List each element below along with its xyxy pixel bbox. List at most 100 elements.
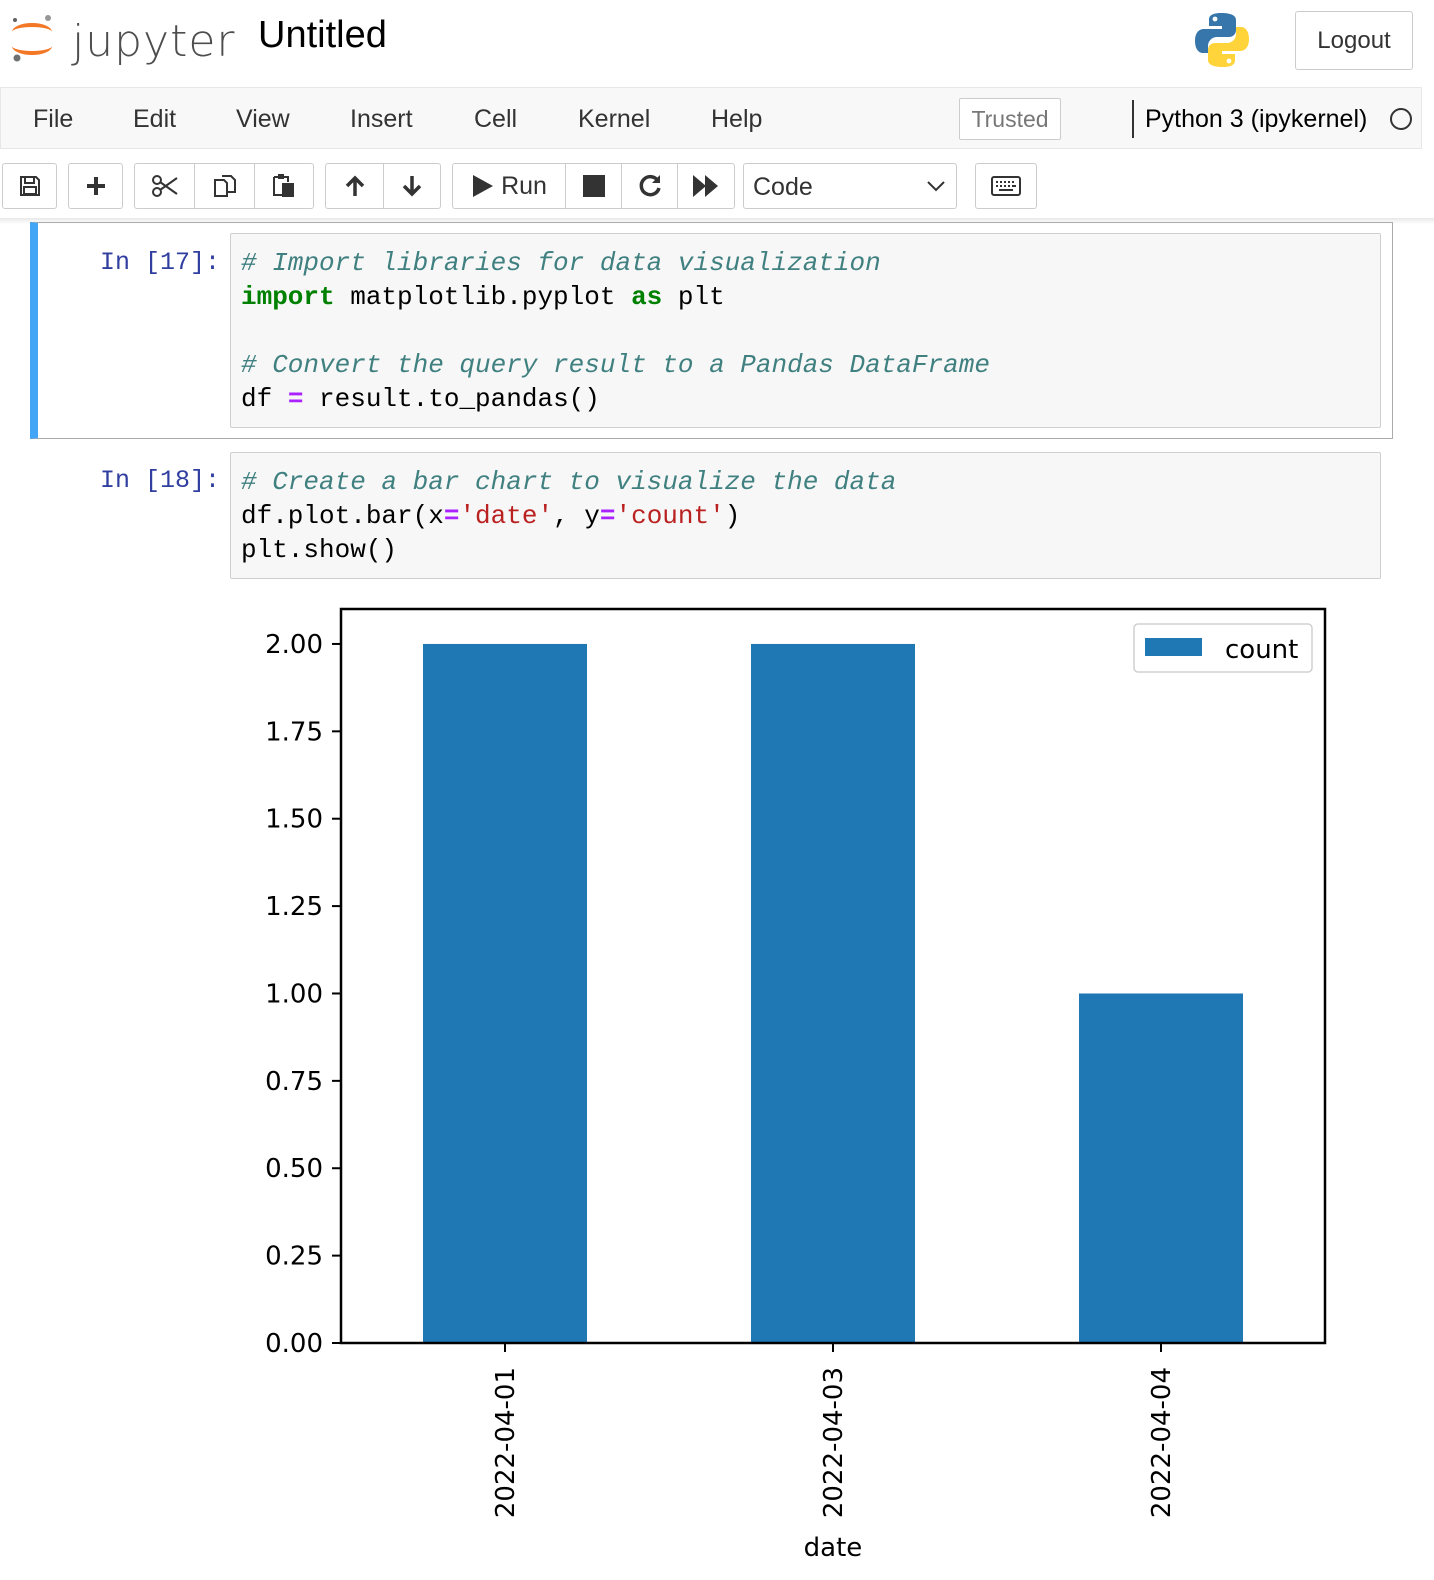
code-token: matplotlib.pyplot <box>334 282 632 312</box>
legend: count <box>1133 623 1313 673</box>
code-token: plt <box>662 282 725 312</box>
x-tick-label: 2022-04-04 <box>1147 1367 1177 1518</box>
y-tick-label: 1.75 <box>265 717 323 747</box>
jupyter-logo[interactable]: jupyter <box>8 10 248 70</box>
y-tick-label: 0.75 <box>265 1067 323 1097</box>
insert-group <box>68 163 123 209</box>
keyboard-icon <box>991 176 1021 196</box>
code-token: df <box>241 384 288 414</box>
run-group: Run <box>452 163 735 209</box>
copy-icon <box>213 175 236 197</box>
y-tick-label: 1.25 <box>265 892 323 922</box>
notebook-title[interactable]: Untitled <box>258 14 387 57</box>
menu-cell[interactable]: Cell <box>474 88 517 150</box>
arrow-down-icon <box>402 176 422 197</box>
y-tick-label: 0.25 <box>265 1242 323 1272</box>
logo-text: jupyter <box>72 16 236 67</box>
jupyter-logo-icon <box>12 15 52 62</box>
y-tick-label: 0.50 <box>265 1154 323 1184</box>
y-tick-label: 1.50 <box>265 805 323 835</box>
y-tick-label: 2.00 <box>265 630 323 660</box>
move-up-button[interactable] <box>326 164 384 208</box>
code-text[interactable]: # Create a bar chart to visualize the da… <box>241 465 896 567</box>
code-line: df.plot.bar(x='date', y='count') <box>241 499 896 533</box>
kernel-name[interactable]: Python 3 (ipykernel) <box>1145 88 1367 150</box>
bar-chart: 0.00 0.25 0.50 0.75 1.00 1.25 1.50 1.75 2.00 202… <box>265 607 1327 1563</box>
cell-prompt: In [17]: <box>99 248 220 277</box>
edit-group <box>134 163 314 209</box>
code-token: ) <box>724 501 741 531</box>
move-group <box>325 163 441 209</box>
code-line: # Convert the query result to a Pandas D… <box>241 348 990 382</box>
y-tick-label: 0.00 <box>265 1329 323 1359</box>
stop-icon <box>582 175 605 197</box>
x-axis-label: date <box>804 1533 863 1563</box>
paste-button[interactable] <box>255 164 313 208</box>
kernel-separator <box>1132 100 1134 138</box>
run-all-button[interactable] <box>678 164 734 208</box>
move-down-button[interactable] <box>384 164 440 208</box>
insert-cell-button[interactable] <box>69 164 122 208</box>
chevron-down-icon <box>927 181 945 192</box>
code-token: result.to_pandas() <box>303 384 600 414</box>
toolbar: Run <box>0 152 1422 220</box>
trusted-badge[interactable]: Trusted <box>959 98 1061 140</box>
legend-label: count <box>1225 635 1298 665</box>
x-tick-label: 2022-04-03 <box>819 1367 849 1518</box>
code-operator: = <box>443 501 460 531</box>
restart-icon <box>639 174 661 197</box>
kernel-idle-indicator-icon <box>1390 108 1412 130</box>
code-line: import matplotlib.pyplot as plt <box>241 280 990 314</box>
code-keyword: as <box>631 282 663 312</box>
code-operator: = <box>287 384 304 414</box>
code-text[interactable]: # Import libraries for data visualizatio… <box>241 246 990 416</box>
menu-edit[interactable]: Edit <box>133 88 176 150</box>
code-operator: = <box>599 501 616 531</box>
cut-button[interactable] <box>135 164 195 208</box>
save-icon <box>19 176 40 196</box>
interrupt-button[interactable] <box>566 164 622 208</box>
menu-insert[interactable]: Insert <box>350 88 413 150</box>
command-palette-button[interactable] <box>975 163 1037 209</box>
run-label: Run <box>501 171 547 200</box>
code-comment: # Create a bar chart to visualize the da… <box>241 467 897 497</box>
code-string: 'count' <box>615 501 725 531</box>
code-line: # Create a bar chart to visualize the da… <box>241 465 896 499</box>
play-icon <box>473 175 494 197</box>
code-line: df = result.to_pandas() <box>241 382 990 416</box>
menu-file[interactable]: File <box>33 88 73 150</box>
arrow-up-icon <box>345 175 364 196</box>
cell-type-value: Code <box>753 173 813 201</box>
code-token: plt.show() <box>241 535 398 565</box>
bar-2022-04-01 <box>423 643 587 1343</box>
menu-help[interactable]: Help <box>711 88 762 150</box>
cut-icon <box>151 175 178 197</box>
code-string: 'date' <box>459 501 554 531</box>
code-editor[interactable]: # Import libraries for data visualizatio… <box>230 233 1381 428</box>
bar-2022-04-03 <box>751 643 915 1343</box>
paste-icon <box>273 174 294 197</box>
plus-icon <box>86 177 105 195</box>
fast-forward-icon <box>693 175 718 197</box>
code-comment: # Convert the query result to a Pandas D… <box>241 350 990 380</box>
menubar: File Edit View Insert Cell Kernel Help T… <box>0 87 1422 149</box>
code-token: , y <box>553 501 600 531</box>
logout-button[interactable]: Logout <box>1295 11 1413 70</box>
code-line: plt.show() <box>241 533 896 567</box>
run-button[interactable]: Run <box>453 164 566 208</box>
menu-kernel[interactable]: Kernel <box>578 88 650 150</box>
cell-type-select[interactable]: Code <box>743 163 957 209</box>
code-keyword: import <box>241 282 335 312</box>
menu-view[interactable]: View <box>236 88 290 150</box>
header: jupyter Untitled Logout <box>0 0 1434 86</box>
x-tick-label: 2022-04-01 <box>491 1367 521 1518</box>
code-comment: # Import libraries for data visualizatio… <box>241 248 881 278</box>
y-tick-label: 1.00 <box>265 979 323 1009</box>
code-line: # Import libraries for data visualizatio… <box>241 246 990 280</box>
copy-button[interactable] <box>195 164 255 208</box>
python-logo-icon <box>1195 13 1249 67</box>
restart-button[interactable] <box>622 164 678 208</box>
save-button[interactable] <box>3 164 56 208</box>
code-editor[interactable]: # Create a bar chart to visualize the da… <box>230 452 1381 579</box>
